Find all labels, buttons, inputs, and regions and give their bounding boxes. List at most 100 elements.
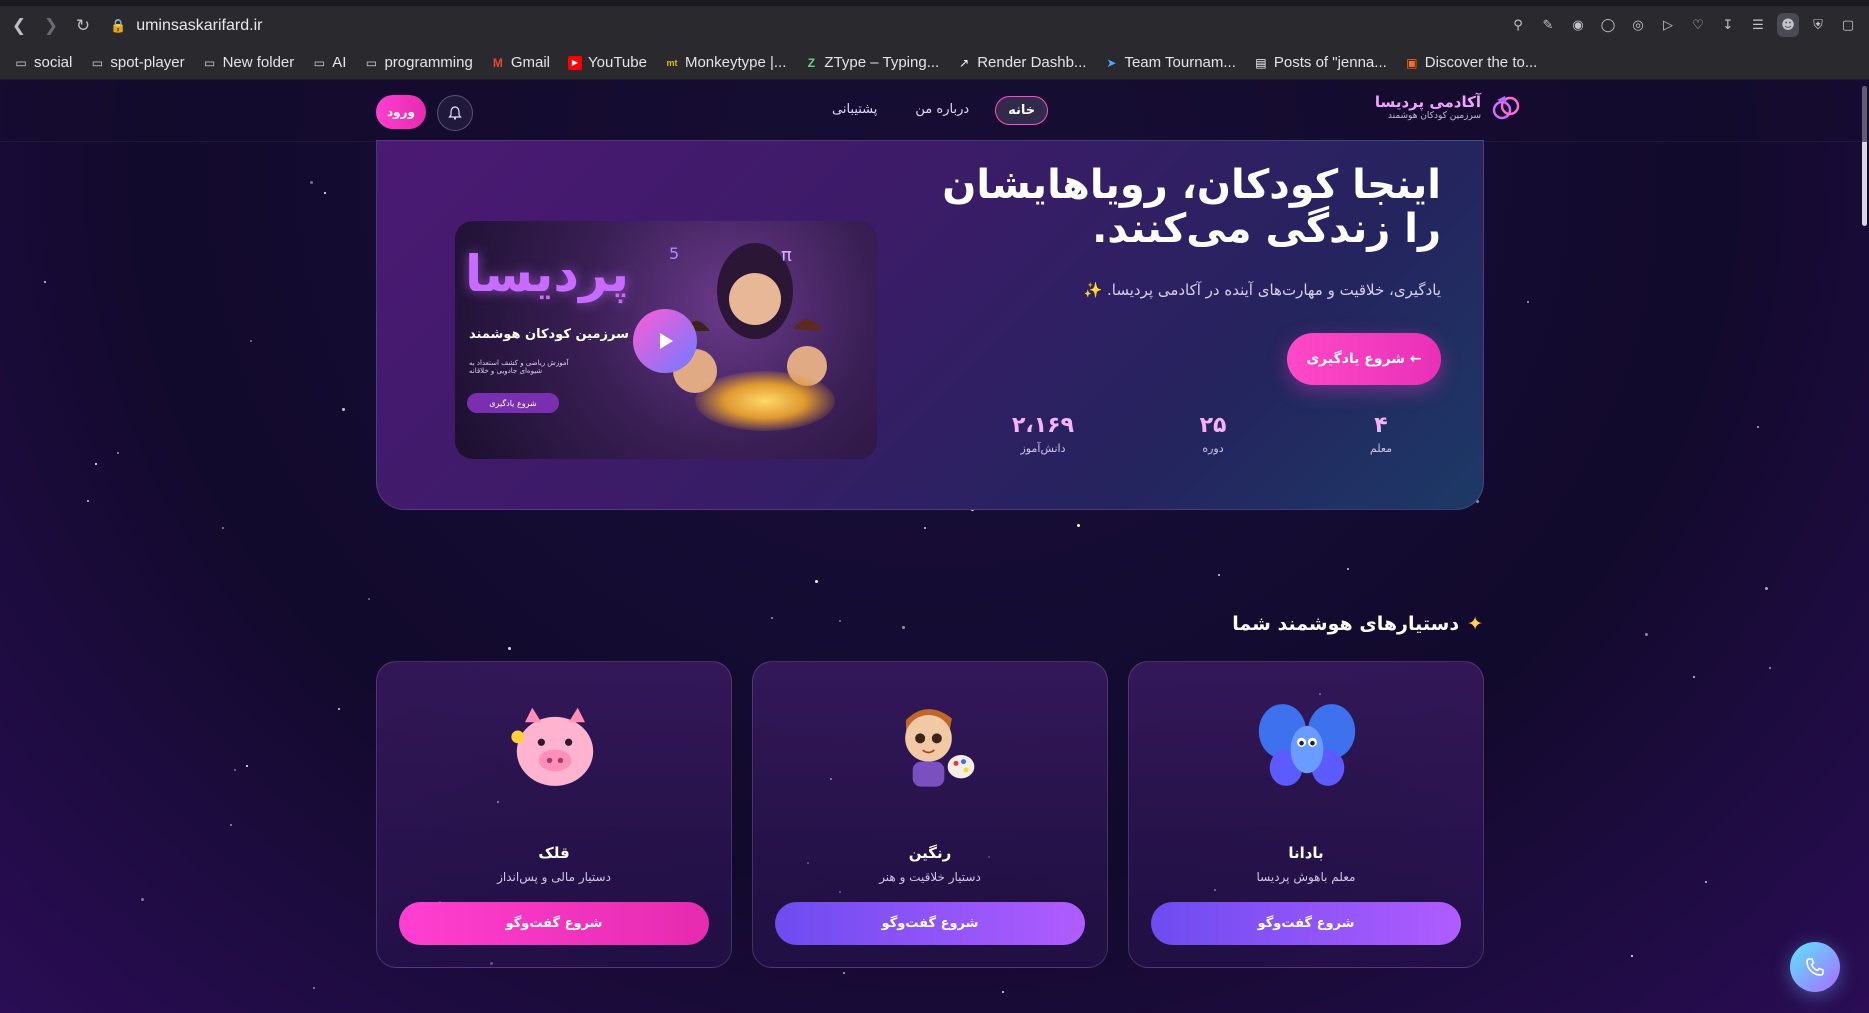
main-nav: خانه درباره من پشتیبانی xyxy=(820,96,1049,125)
star xyxy=(222,527,224,529)
page-icon: ▤ xyxy=(1255,55,1267,70)
star xyxy=(771,617,773,619)
assistant-desc: دستیار خلاقیت و هنر xyxy=(879,870,981,884)
stat-students-value: ۲،۱۶۹ xyxy=(1011,413,1075,438)
bookmark-label: New folder xyxy=(222,54,295,71)
nav-about[interactable]: درباره من xyxy=(903,96,981,125)
address-bar[interactable]: 🔒 uminsaskarifard.ir xyxy=(110,17,262,35)
assistant-card-rangin: رنگین دستیار خلاقیت و هنر شروع گفت‌وگو xyxy=(752,661,1108,968)
bookmark-label: spot-player xyxy=(110,54,185,71)
stat-teachers: ۴ معلم xyxy=(1341,413,1421,455)
star xyxy=(839,620,841,622)
start-learning-button[interactable]: شروع یادگیری ← xyxy=(1287,333,1441,385)
star xyxy=(1645,633,1648,636)
assistant-card-badana: بادانا معلم باهوش پردیسا شروع گفت‌وگو xyxy=(1128,661,1484,968)
logo-title: آکادمی پردیسا xyxy=(1374,93,1481,111)
star xyxy=(234,769,236,771)
stat-courses-value: ۲۵ xyxy=(1199,413,1227,438)
star xyxy=(1077,524,1080,527)
address-text: uminsaskarifard.ir xyxy=(136,17,263,34)
nav-home[interactable]: خانه xyxy=(995,96,1049,125)
bookmark-item[interactable]: ▣ Discover the to... xyxy=(1405,54,1538,71)
extension-shield-icon[interactable]: ⛨ xyxy=(1807,13,1829,37)
bookmark-item[interactable]: ▭ programming xyxy=(364,54,473,71)
stat-courses: ۲۵ دوره xyxy=(1173,413,1253,455)
star xyxy=(1757,426,1759,428)
video-brand: پردیسا xyxy=(465,245,629,303)
star xyxy=(141,898,144,901)
star xyxy=(87,500,89,502)
reload-icon[interactable]: ↻ xyxy=(70,13,96,39)
logo-text: آکادمی پردیسا سرزمین کودکان هوشمند xyxy=(1375,93,1481,121)
video-tagline: سرزمین کودکان هوشمند xyxy=(469,327,629,342)
back-icon[interactable]: ❮ xyxy=(6,13,32,39)
bookmark-item[interactable]: M Gmail xyxy=(491,54,550,71)
heart-icon[interactable]: ♡ xyxy=(1687,13,1709,37)
bookmark-label: Monkeytype |... xyxy=(684,54,787,71)
login-button[interactable]: ورود xyxy=(376,95,426,129)
bookmark-label: AI xyxy=(332,54,347,71)
star xyxy=(313,987,315,989)
star xyxy=(1765,587,1768,590)
assistant-desc: معلم باهوش پردیسا xyxy=(1256,870,1356,884)
shield-icon[interactable]: ◯ xyxy=(1597,13,1619,37)
star xyxy=(1693,676,1695,678)
nav-support[interactable]: پشتیبانی xyxy=(820,96,889,125)
assistant-name: بادانا xyxy=(1288,844,1324,862)
start-chat-button[interactable]: شروع گفت‌وگو xyxy=(775,902,1085,945)
start-chat-button[interactable]: شروع گفت‌وگو xyxy=(399,902,709,945)
cube-icon[interactable]: ▢ xyxy=(1837,13,1859,37)
bookmark-label: Team Tournam... xyxy=(1124,54,1236,71)
svg-text:5: 5 xyxy=(669,244,679,263)
bookmark-item[interactable]: ▭ AI xyxy=(312,54,347,71)
folder-icon: ▭ xyxy=(203,55,216,70)
video-small-text: آموزش ریاضی و کشف استعداد به شیوه‌ای جاد… xyxy=(469,359,569,375)
hero-title: اینجا کودکان، رویاهایشان را زندگی می‌کنن… xyxy=(942,162,1441,252)
bookmark-item[interactable]: ▶ YouTube xyxy=(568,54,647,71)
call-support-button[interactable] xyxy=(1790,942,1840,992)
play-button[interactable] xyxy=(633,309,697,373)
bookmark-label: Gmail xyxy=(510,54,550,71)
video-pill: شروع یادگیری xyxy=(467,393,559,413)
search-icon[interactable]: ⚲ xyxy=(1507,13,1529,37)
assistant-name: رنگین xyxy=(908,844,952,862)
phone-icon xyxy=(1806,958,1824,976)
bookmark-label: Discover the to... xyxy=(1424,54,1538,71)
star xyxy=(924,527,926,529)
stat-students-label: دانش‌آموز xyxy=(1020,442,1066,455)
camera-icon[interactable]: ◉ xyxy=(1567,13,1589,37)
play-icon[interactable]: ▷ xyxy=(1657,13,1679,37)
star xyxy=(1705,881,1707,883)
star xyxy=(246,765,248,767)
edit-icon[interactable]: ✎ xyxy=(1537,13,1559,37)
stat-courses-label: دوره xyxy=(1202,442,1224,455)
logo-subtitle: سرزمین کودکان هوشمند xyxy=(1387,111,1481,121)
bookmark-item[interactable]: Z ZType – Typing... xyxy=(804,54,939,71)
star xyxy=(508,647,511,650)
download-icon[interactable]: ↧ xyxy=(1717,13,1739,37)
star xyxy=(1002,991,1004,993)
assistant-desc: دستیار مالی و پس‌انداز xyxy=(497,870,611,884)
bookmark-item[interactable]: ▤ Posts of "jenna... xyxy=(1254,54,1387,71)
star xyxy=(902,626,905,629)
bookmark-item[interactable]: mt Monkeytype |... xyxy=(665,54,786,71)
bookmark-label: ZType – Typing... xyxy=(824,54,940,71)
bell-icon xyxy=(448,106,462,120)
bookmark-item[interactable]: ▭ social xyxy=(14,54,72,71)
profile-icon[interactable]: ☻ xyxy=(1777,13,1799,37)
butterfly-mascot-icon xyxy=(1257,690,1357,800)
bookmark-item[interactable]: ▭ New folder xyxy=(203,54,295,71)
forward-icon[interactable]: ❯ xyxy=(38,13,64,39)
notifications-button[interactable] xyxy=(437,95,473,131)
bookmark-item[interactable]: ➤ Team Tournam... xyxy=(1104,54,1235,71)
bookmark-item[interactable]: ↗ Render Dashb... xyxy=(957,54,1086,71)
start-chat-button[interactable]: شروع گفت‌وگو xyxy=(1151,902,1461,945)
assistant-card-ghollak: قلک دستیار مالی و پس‌انداز شروع گفت‌وگو xyxy=(376,661,732,968)
globe-icon[interactable]: ◎ xyxy=(1627,13,1649,37)
star xyxy=(310,181,313,184)
bookmark-label: programming xyxy=(384,54,473,71)
menu-icon[interactable]: ☰ xyxy=(1747,13,1769,37)
bookmark-item[interactable]: ▭ spot-player xyxy=(90,54,185,71)
site-logo[interactable]: آکادمی پردیسا سرزمین کودکان هوشمند xyxy=(1375,92,1521,122)
hero-video[interactable]: π 5 پردیسا سرزمین کودکان هوشمند آموزش ری… xyxy=(455,221,877,459)
